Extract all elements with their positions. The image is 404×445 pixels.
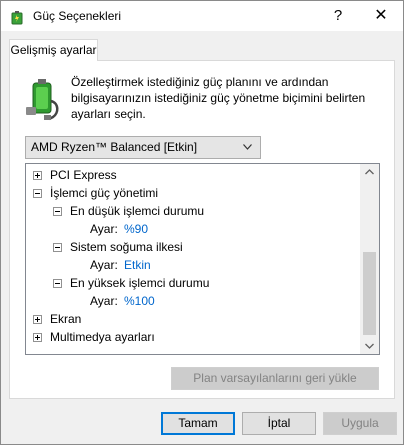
scroll-up-icon[interactable] — [360, 164, 379, 181]
chevron-down-icon — [243, 144, 252, 150]
tree-item-cooling-setting[interactable]: Ayar: Etkin — [26, 256, 356, 274]
power-options-dialog: Güç Seçenekleri ? ✕ Gelişmiş ayarlar Öze… — [0, 0, 404, 445]
min-setting-value[interactable]: %90 — [124, 220, 148, 238]
power-plan-value: AMD Ryzen™ Balanced [Etkin] — [31, 140, 198, 154]
apply-button[interactable]: Uygula — [323, 412, 397, 435]
vertical-scrollbar[interactable] — [360, 164, 379, 354]
collapse-icon[interactable] — [53, 279, 62, 288]
scrollbar-thumb[interactable] — [363, 252, 376, 335]
expand-icon[interactable] — [33, 333, 42, 342]
ok-button[interactable]: Tamam — [161, 412, 235, 435]
tab-advanced-settings[interactable]: Gelişmiş ayarlar — [9, 39, 98, 61]
expand-icon[interactable] — [33, 171, 42, 180]
battery-plug-icon — [26, 79, 59, 121]
scroll-down-icon[interactable] — [360, 337, 379, 354]
collapse-icon[interactable] — [53, 207, 62, 216]
expand-icon[interactable] — [33, 315, 42, 324]
collapse-icon[interactable] — [33, 189, 42, 198]
tree-item-min-setting[interactable]: Ayar: %90 — [26, 220, 356, 238]
tree-item-display[interactable]: Ekran — [26, 310, 356, 328]
collapse-icon[interactable] — [53, 243, 62, 252]
tree-item-max-setting[interactable]: Ayar: %100 — [26, 292, 356, 310]
max-setting-value[interactable]: %100 — [124, 292, 155, 310]
window-title: Güç Seçenekleri — [33, 9, 122, 23]
tree-item-multimedia[interactable]: Multimedya ayarları — [26, 328, 356, 346]
description-text: Özelleştirmek istediğiniz güç planını ve… — [71, 75, 366, 121]
tree-item-pci-express[interactable]: PCI Express — [26, 166, 356, 184]
restore-defaults-button[interactable]: Plan varsayılanlarını geri yükle — [171, 367, 379, 390]
tree-item-processor-power[interactable]: İşlemci güç yönetimi — [26, 184, 356, 202]
settings-tree[interactable]: PCI Express İşlemci güç yönetimi En düşü… — [25, 163, 380, 355]
power-plan-select[interactable]: AMD Ryzen™ Balanced [Etkin] — [25, 136, 261, 159]
help-icon[interactable]: ? — [327, 5, 349, 27]
power-options-icon — [11, 11, 23, 25]
tree-item-cooling-policy[interactable]: Sistem soğuma ilkesi — [26, 238, 356, 256]
cancel-button[interactable]: İptal — [242, 412, 316, 435]
cooling-setting-value[interactable]: Etkin — [124, 256, 151, 274]
title-bar: Güç Seçenekleri ? ✕ — [1, 1, 403, 31]
tree-item-max-processor-state[interactable]: En yüksek işlemci durumu — [26, 274, 356, 292]
close-icon[interactable]: ✕ — [367, 5, 395, 27]
tree-item-min-processor-state[interactable]: En düşük işlemci durumu — [26, 202, 356, 220]
